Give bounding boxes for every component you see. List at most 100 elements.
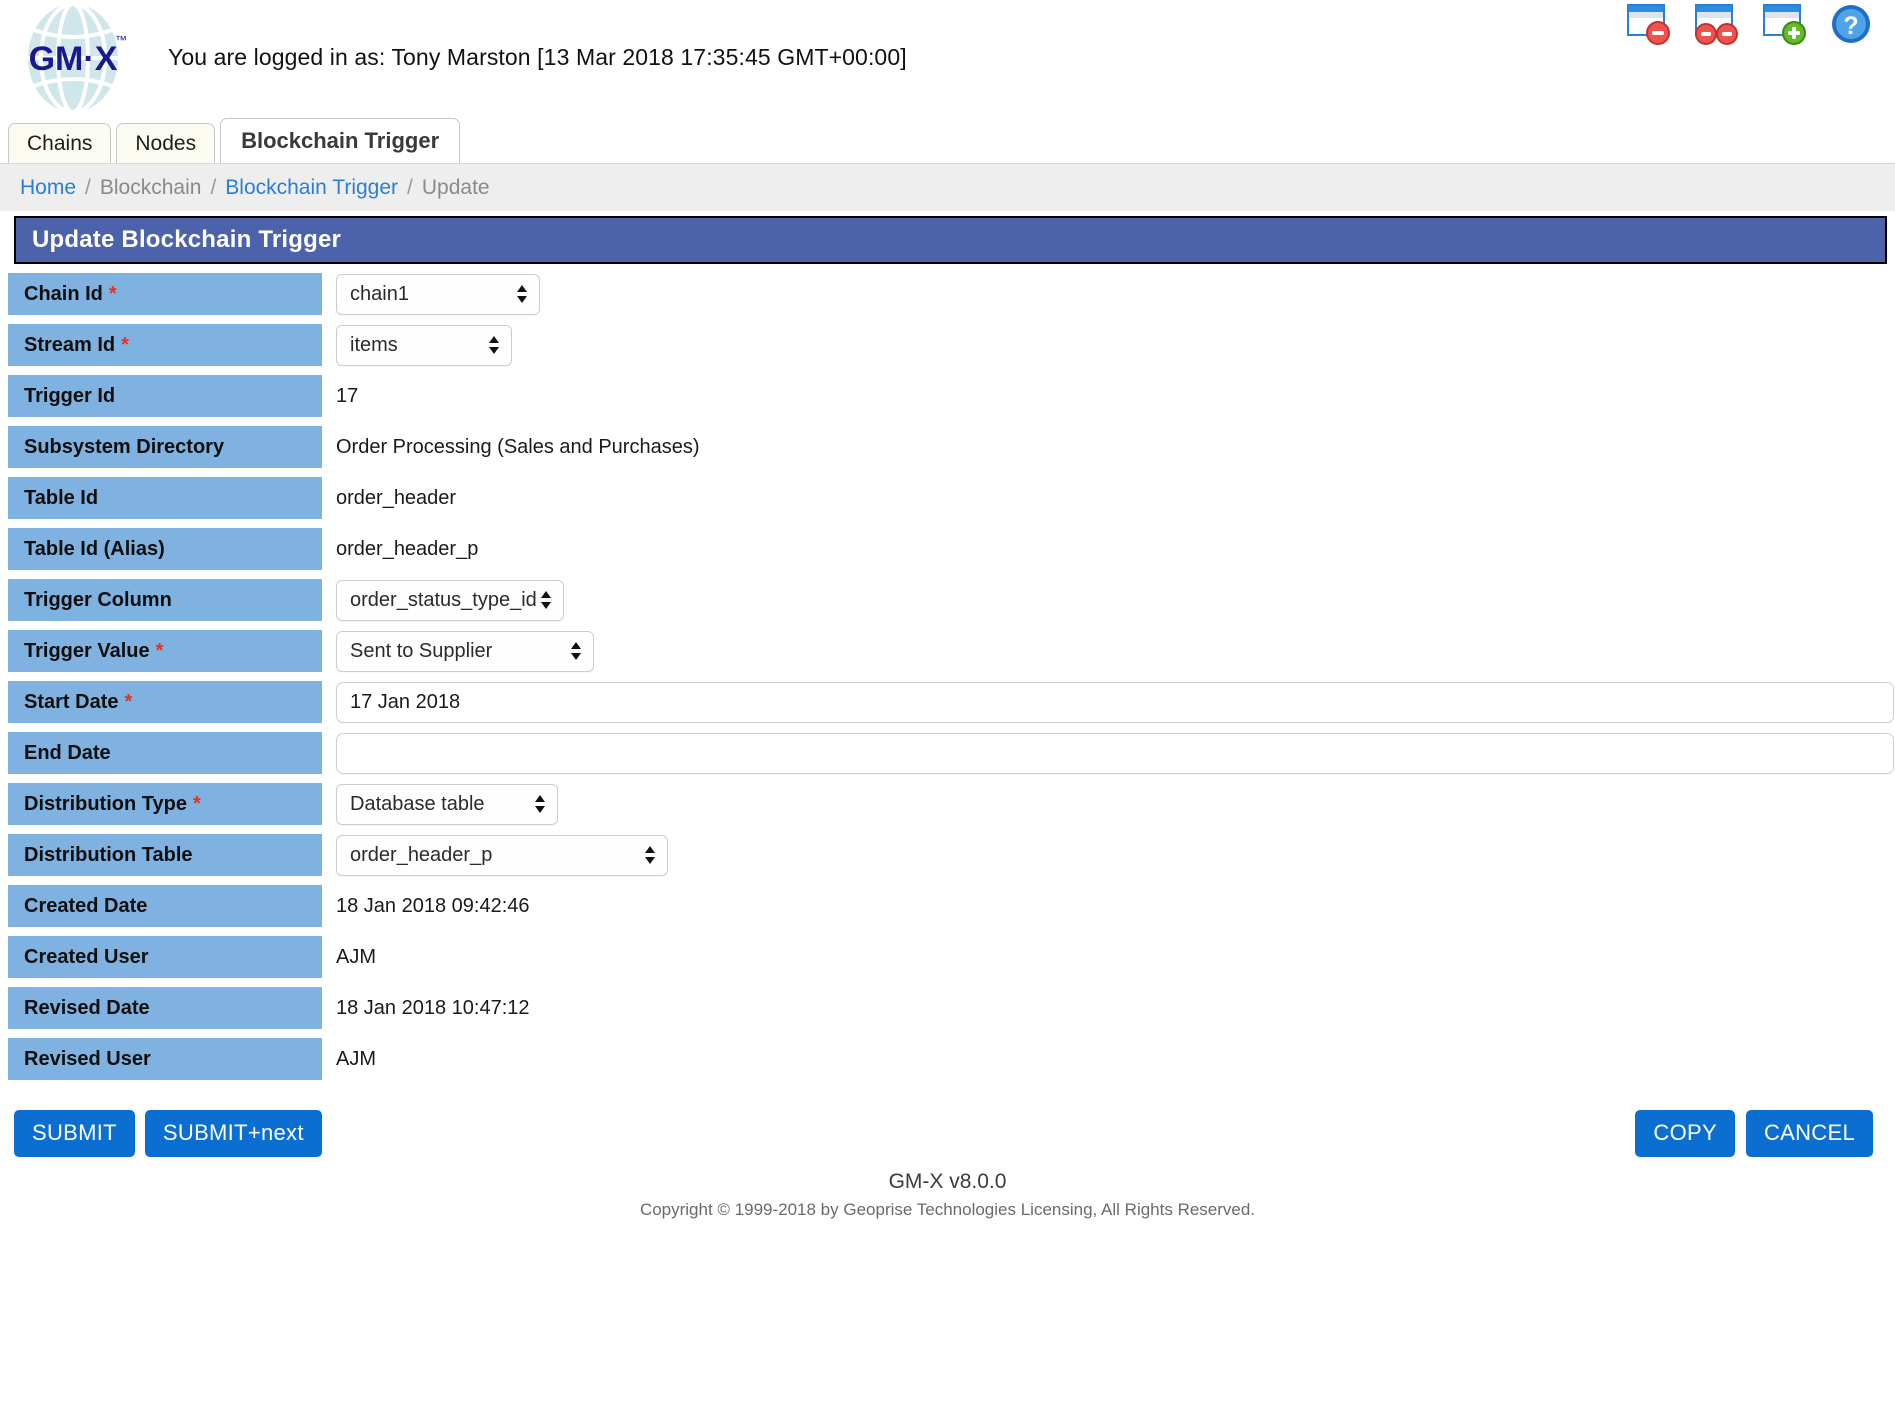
label-text: Revised Date xyxy=(24,996,150,1019)
chain-id-select[interactable]: chain1 xyxy=(336,273,540,315)
tab-blockchain-trigger[interactable]: Blockchain Trigger xyxy=(220,118,461,163)
field-label-subsystem-directory: Subsystem Directory xyxy=(8,426,322,468)
form-row-chain-id: Chain Id * chain1 xyxy=(0,273,1895,315)
copy-button[interactable]: COPY xyxy=(1635,1109,1735,1157)
trigger-value-value: Sent to Supplier xyxy=(350,639,493,662)
distribution-type-value: Database table xyxy=(350,792,485,815)
distribution-table-value: order_header_p xyxy=(350,843,493,866)
trigger-column-value: order_status_type_id xyxy=(350,588,537,611)
field-label-start-date: Start Date * xyxy=(8,681,322,723)
copyright: Copyright © 1999-2018 by Geoprise Techno… xyxy=(639,1200,1256,1219)
svg-text:?: ? xyxy=(1843,12,1858,40)
submit-next-button[interactable]: SUBMIT+next xyxy=(144,1109,322,1157)
breadcrumb-item-blockchain: Blockchain xyxy=(99,175,202,199)
chevron-updown-icon xyxy=(516,283,528,305)
chevron-updown-icon xyxy=(534,793,546,815)
cancel-button[interactable]: CANCEL xyxy=(1745,1109,1873,1157)
breadcrumb-item-blockchain-trigger[interactable]: Blockchain Trigger xyxy=(225,176,398,200)
created-date-value: 18 Jan 2018 09:42:46 xyxy=(336,894,530,917)
distribution-type-select[interactable]: Database table xyxy=(336,783,558,825)
field-label-revised-user: Revised User xyxy=(8,1038,322,1080)
distribution-table-select[interactable]: order_header_p xyxy=(336,834,668,876)
breadcrumb-item-home[interactable]: Home xyxy=(20,176,76,200)
breadcrumb-separator: / xyxy=(85,175,91,199)
label-text: Stream Id xyxy=(24,333,116,356)
svg-text:GM·X: GM·X xyxy=(29,40,118,78)
app-page: GM·X ™ You are logged in as: Tony Marsto… xyxy=(0,0,1895,1405)
page-footer: GM-X v8.0.0 Copyright © 1999-2018 by Geo… xyxy=(0,1170,1895,1220)
label-text: Chain Id xyxy=(24,282,103,305)
required-marker: * xyxy=(121,333,129,356)
page-title: Update Blockchain Trigger xyxy=(14,216,1887,264)
svg-text:™: ™ xyxy=(115,33,127,47)
tab-nodes[interactable]: Nodes xyxy=(116,123,216,163)
stream-id-value: items xyxy=(350,333,398,356)
chain-id-value: chain1 xyxy=(350,282,409,305)
stream-id-select[interactable]: items xyxy=(336,324,512,366)
form-row-trigger-id: Trigger Id 17 xyxy=(0,375,1895,417)
tab-strip: Chains Nodes Blockchain Trigger xyxy=(0,118,1895,163)
label-text: Subsystem Directory xyxy=(24,435,225,458)
label-text: Trigger Id xyxy=(24,384,116,407)
created-user-value: AJM xyxy=(336,945,376,968)
chevron-updown-icon xyxy=(644,844,656,866)
breadcrumb-separator: / xyxy=(210,175,217,199)
field-label-distribution-type: Distribution Type * xyxy=(8,783,322,825)
field-control-trigger-id: 17 xyxy=(322,375,1895,417)
gmx-logo: GM·X ™ xyxy=(14,2,132,114)
field-control-chain-id: chain1 xyxy=(322,273,1895,315)
label-text: Revised User xyxy=(24,1047,151,1070)
breadcrumb: Home / Blockchain / Blockchain Trigger /… xyxy=(0,163,1895,211)
field-control-start-date xyxy=(322,681,1895,723)
chevron-updown-icon xyxy=(540,589,552,611)
new-window-icon[interactable] xyxy=(1761,3,1813,47)
field-control-distribution-type: Database table xyxy=(322,783,1895,825)
app-version: GM-X v8.0.0 xyxy=(888,1170,1007,1193)
field-control-created-date: 18 Jan 2018 09:42:46 xyxy=(322,885,1895,927)
revised-date-value: 18 Jan 2018 10:47:12 xyxy=(336,996,530,1019)
field-label-end-date: End Date xyxy=(8,732,322,774)
table-id-alias-value: order_header_p xyxy=(336,537,479,560)
close-window-icon[interactable] xyxy=(1625,3,1677,47)
form-row-revised-user: Revised User AJM xyxy=(0,1038,1895,1080)
field-label-revised-date: Revised Date xyxy=(8,987,322,1029)
subsystem-directory-value: Order Processing (Sales and Purchases) xyxy=(336,435,700,458)
field-control-revised-user: AJM xyxy=(322,1038,1895,1080)
label-text: Table Id xyxy=(24,486,99,509)
secondary-actions: COPY CANCEL xyxy=(1635,1109,1873,1157)
primary-actions: SUBMIT SUBMIT+next xyxy=(14,1109,322,1157)
form-row-distribution-table: Distribution Table order_header_p xyxy=(0,834,1895,876)
field-label-stream-id: Stream Id * xyxy=(8,324,322,366)
tab-chains[interactable]: Chains xyxy=(8,123,112,163)
update-blockchain-trigger-form: Chain Id * chain1 Stream Id * items Trig… xyxy=(0,273,1895,1080)
form-row-start-date: Start Date * xyxy=(0,681,1895,723)
field-label-created-user: Created User xyxy=(8,936,322,978)
label-text: End Date xyxy=(24,741,111,764)
field-label-trigger-column: Trigger Column xyxy=(8,579,322,621)
chevron-updown-icon xyxy=(570,640,582,662)
field-control-table-id-alias: order_header_p xyxy=(322,528,1895,570)
trigger-column-select[interactable]: order_status_type_id xyxy=(336,579,564,621)
trigger-id-value: 17 xyxy=(336,384,359,407)
start-date-input[interactable] xyxy=(336,681,1894,723)
field-label-trigger-id: Trigger Id xyxy=(8,375,322,417)
chevron-updown-icon xyxy=(488,334,500,356)
field-control-trigger-value: Sent to Supplier xyxy=(322,630,1895,672)
close-all-windows-icon[interactable] xyxy=(1693,3,1745,47)
form-row-subsystem-directory: Subsystem Directory Order Processing (Sa… xyxy=(0,426,1895,468)
field-label-table-id: Table Id xyxy=(8,477,322,519)
submit-button[interactable]: SUBMIT xyxy=(14,1109,135,1157)
trigger-value-select[interactable]: Sent to Supplier xyxy=(336,630,594,672)
field-control-stream-id: items xyxy=(322,324,1895,366)
action-bar: SUBMIT SUBMIT+next COPY CANCEL xyxy=(0,1108,1895,1158)
help-icon[interactable]: ? xyxy=(1829,3,1881,47)
label-text: Distribution Type xyxy=(24,792,187,815)
field-label-table-id-alias: Table Id (Alias) xyxy=(8,528,322,570)
breadcrumb-item-update: Update xyxy=(421,175,490,199)
end-date-input[interactable] xyxy=(336,732,1894,774)
label-text: Trigger Value xyxy=(24,639,150,662)
required-marker: * xyxy=(192,792,201,815)
form-row-end-date: End Date xyxy=(0,732,1895,774)
top-bar: GM·X ™ You are logged in as: Tony Marsto… xyxy=(0,0,1895,118)
window-controls: ? xyxy=(1625,3,1881,47)
